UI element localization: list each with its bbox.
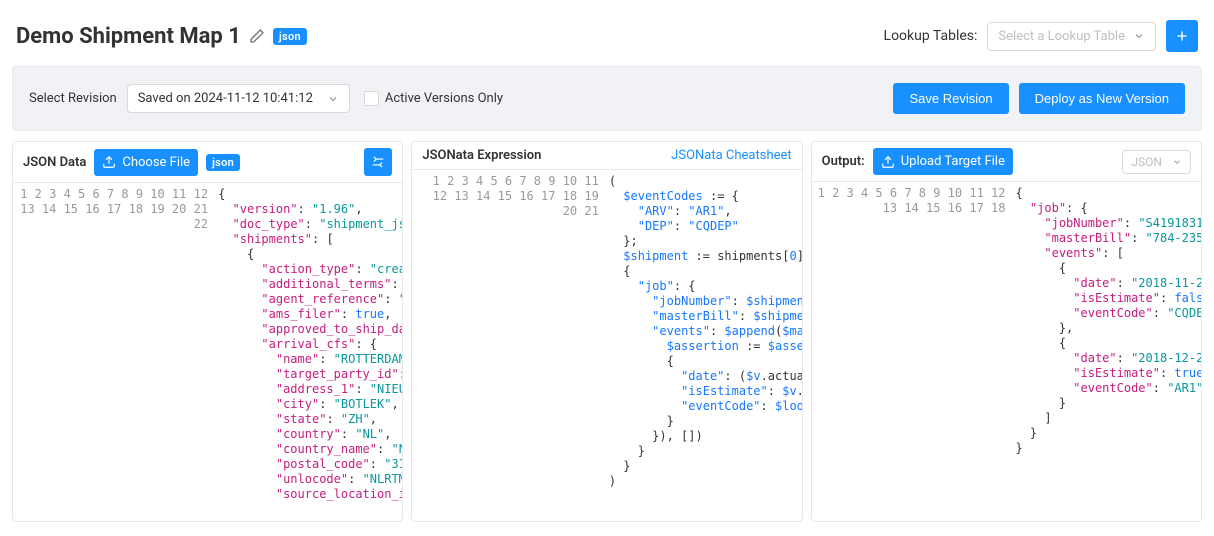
choose-file-label: Choose File [122, 155, 190, 170]
revision-select[interactable]: Saved on 2024-11-12 10:41:12 [127, 84, 350, 113]
deploy-version-button[interactable]: Deploy as New Version [1019, 83, 1185, 114]
upload-target-label: Upload Target File [901, 154, 1005, 169]
json-badge: json [206, 154, 240, 171]
chevron-down-icon [1133, 30, 1145, 42]
lookup-tables-label: Lookup Tables: [884, 28, 978, 44]
chevron-down-icon [1172, 157, 1182, 167]
jsonata-panel: JSONata Expression JSONata Cheatsheet 1 … [411, 141, 802, 522]
jsonata-editor[interactable]: 1 2 3 4 5 6 7 8 9 10 11 12 13 14 15 16 1… [412, 170, 801, 493]
lookup-table-select[interactable]: Select a Lookup Table [987, 22, 1156, 51]
output-editor[interactable]: 1 2 3 4 5 6 7 8 9 10 11 12 13 14 15 16 1… [812, 182, 1201, 460]
jsonata-cheatsheet-link[interactable]: JSONata Cheatsheet [671, 148, 791, 163]
choose-file-button[interactable]: Choose File [94, 149, 198, 176]
output-format-value: JSON [1131, 155, 1162, 169]
json-data-editor[interactable]: 1 2 3 4 5 6 7 8 9 10 11 12 13 14 15 16 1… [13, 183, 402, 521]
json-data-title: JSON Data [23, 155, 86, 170]
output-format-select[interactable]: JSON [1122, 150, 1191, 174]
jsonata-title: JSONata Expression [422, 148, 541, 163]
json-data-panel: JSON Data Choose File json 1 2 3 4 5 6 7… [12, 141, 403, 522]
select-revision-label: Select Revision [29, 91, 117, 106]
upload-target-file-button[interactable]: Upload Target File [873, 148, 1013, 175]
active-versions-checkbox[interactable] [364, 91, 379, 106]
page-title: Demo Shipment Map 1 [16, 24, 241, 49]
output-panel: Output: Upload Target File JSON 1 2 3 4 … [811, 141, 1202, 522]
title-json-badge: json [273, 28, 307, 45]
output-title: Output: [822, 154, 865, 169]
lookup-select-placeholder: Select a Lookup Table [998, 29, 1125, 44]
save-revision-button[interactable]: Save Revision [893, 83, 1008, 114]
add-lookup-table-button[interactable] [1166, 20, 1198, 52]
revision-value: Saved on 2024-11-12 10:41:12 [138, 91, 313, 106]
active-versions-label: Active Versions Only [385, 91, 503, 106]
format-json-button[interactable] [364, 148, 392, 176]
edit-title-icon[interactable] [249, 28, 265, 44]
chevron-down-icon [327, 93, 339, 105]
